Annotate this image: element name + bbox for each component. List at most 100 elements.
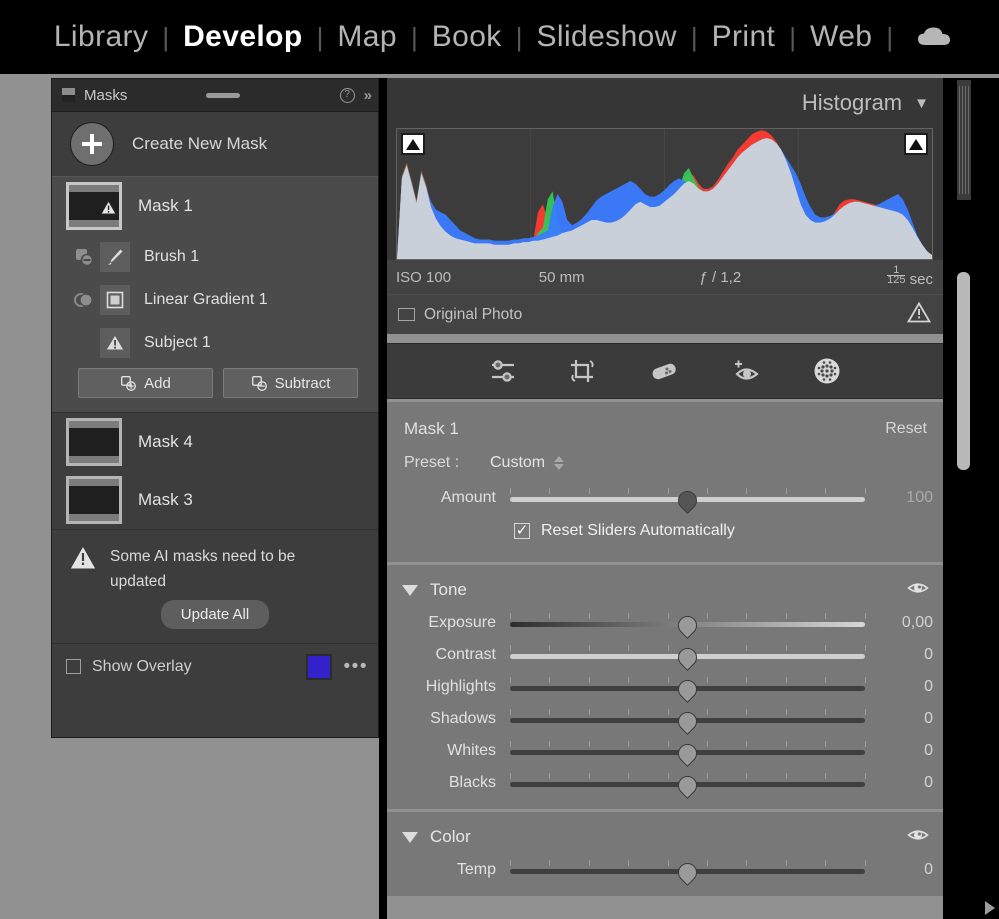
mask-row[interactable]: Mask 4 bbox=[52, 413, 378, 471]
cloud-icon[interactable] bbox=[909, 26, 959, 48]
nav-item-develop[interactable]: Develop bbox=[169, 20, 317, 54]
exif-iso: ISO 100 bbox=[396, 268, 452, 286]
slider-track[interactable] bbox=[510, 740, 866, 767]
mask-row[interactable]: Mask 3 bbox=[52, 471, 378, 529]
checkbox-checked-icon[interactable]: ✓ bbox=[514, 523, 530, 539]
subtract-mask-icon bbox=[251, 375, 267, 391]
mask-thumbnail[interactable] bbox=[66, 418, 122, 466]
slider-track[interactable] bbox=[510, 612, 866, 639]
nav-item-library[interactable]: Library bbox=[40, 20, 163, 54]
red-eye-icon[interactable] bbox=[731, 358, 761, 384]
tone-section-title: Tone bbox=[430, 580, 467, 599]
slider-value[interactable]: 0 bbox=[879, 861, 933, 879]
slider-value[interactable]: 0 bbox=[879, 646, 933, 664]
nav-item-slideshow[interactable]: Slideshow bbox=[522, 20, 690, 54]
exif-focal-length: 50 mm bbox=[538, 268, 585, 286]
submask-row-brush[interactable]: Brush 1 bbox=[52, 235, 378, 278]
panel-divider bbox=[379, 78, 387, 919]
slider-track[interactable] bbox=[510, 859, 866, 886]
slider-track[interactable] bbox=[510, 644, 866, 671]
basic-edit-icon[interactable] bbox=[489, 358, 517, 384]
mask-label: Mask 4 bbox=[138, 432, 193, 451]
slider-value[interactable]: 0,00 bbox=[879, 614, 933, 632]
nav-item-map[interactable]: Map bbox=[323, 20, 411, 54]
stepper-arrows-icon[interactable] bbox=[554, 456, 565, 470]
slider-value[interactable]: 0 bbox=[879, 710, 933, 728]
masks-panel: Masks ? » Create New Mask Mask 1 Brush 1… bbox=[51, 78, 379, 738]
submask-row-linear-gradient[interactable]: Linear Gradient 1 bbox=[52, 278, 378, 321]
slider-label: Highlights bbox=[425, 678, 496, 695]
nav-separator: | bbox=[515, 22, 523, 52]
scrollbar-grip[interactable] bbox=[957, 80, 971, 200]
original-photo-row[interactable]: Original Photo bbox=[386, 294, 943, 334]
subtract-button[interactable]: Subtract bbox=[223, 368, 358, 398]
eye-icon[interactable] bbox=[907, 827, 929, 848]
three-dots-icon[interactable]: ••• bbox=[344, 656, 368, 678]
submask-row-subject[interactable]: Subject 1 bbox=[52, 321, 378, 364]
mask-row-selected[interactable]: Mask 1 bbox=[52, 177, 378, 235]
mask-thumbnail[interactable] bbox=[66, 476, 122, 524]
color-section-header: Color bbox=[386, 820, 943, 854]
slider-track[interactable] bbox=[510, 708, 866, 735]
preset-label: Preset : bbox=[404, 454, 460, 471]
slider-label: Contrast bbox=[435, 646, 496, 663]
reset-button[interactable]: Reset bbox=[885, 420, 927, 438]
slider-value[interactable]: 0 bbox=[879, 774, 933, 792]
submask-label: Subject 1 bbox=[144, 333, 211, 351]
subtract-op-icon bbox=[72, 245, 96, 269]
mask-settings-title: Mask 1 bbox=[404, 419, 459, 438]
brush-icon bbox=[100, 241, 130, 272]
slider-value[interactable]: 0 bbox=[879, 678, 933, 696]
slider-track[interactable] bbox=[510, 772, 866, 799]
color-section-title: Color bbox=[430, 827, 471, 846]
nav-item-print[interactable]: Print bbox=[698, 20, 790, 54]
shutter-suffix: sec bbox=[909, 271, 933, 288]
highlight-clipping-triangle-icon[interactable] bbox=[904, 133, 928, 155]
nav-separator: | bbox=[789, 22, 797, 52]
warning-triangle-icon[interactable] bbox=[906, 301, 932, 328]
shadow-clipping-triangle-icon[interactable] bbox=[401, 133, 425, 155]
histogram-header[interactable]: Histogram ▼ bbox=[386, 78, 943, 128]
chevron-down-icon[interactable]: ▼ bbox=[914, 95, 929, 112]
triangle-down-icon[interactable] bbox=[402, 831, 418, 843]
mask-thumbnail[interactable] bbox=[66, 182, 122, 230]
preset-value[interactable]: Custom bbox=[490, 454, 545, 472]
crop-icon[interactable] bbox=[569, 358, 597, 384]
reset-sliders-row: ✓ Reset Sliders Automatically bbox=[386, 514, 943, 548]
plus-icon[interactable] bbox=[70, 122, 114, 166]
vertical-scrollbar-thumb[interactable] bbox=[957, 272, 970, 470]
healing-brush-icon[interactable] bbox=[649, 358, 679, 384]
nav-item-book[interactable]: Book bbox=[418, 20, 516, 54]
vertical-scrollbar-track[interactable] bbox=[955, 78, 973, 919]
double-chevron-right-icon[interactable]: » bbox=[364, 87, 372, 104]
right-arrow-icon[interactable] bbox=[985, 901, 995, 915]
add-button[interactable]: Add bbox=[78, 368, 213, 398]
reset-sliders-label: Reset Sliders Automatically bbox=[541, 522, 735, 539]
slider-value[interactable]: 0 bbox=[879, 742, 933, 760]
update-all-button[interactable]: Update All bbox=[160, 600, 270, 629]
checkbox-unchecked-icon[interactable] bbox=[66, 659, 81, 674]
tone-section: Tone Exposure 0,00 Contrast 0 Highlights 0 Sha… bbox=[386, 565, 943, 809]
overlay-color-swatch[interactable] bbox=[306, 653, 332, 680]
color-sliders: Temp 0 bbox=[386, 854, 943, 886]
nav-separator: | bbox=[886, 22, 894, 52]
slider-label: Shadows bbox=[430, 710, 496, 727]
exif-shutter-speed: 1 125 sec bbox=[816, 265, 933, 288]
slider-label: Amount bbox=[440, 489, 496, 506]
nav-item-web[interactable]: Web bbox=[796, 20, 886, 54]
nav-items: Library | Develop | Map | Book | Slideshow | Print… bbox=[40, 20, 893, 54]
submask-label: Linear Gradient 1 bbox=[144, 290, 268, 308]
slider-value[interactable]: 100 bbox=[879, 489, 933, 507]
histogram-chart[interactable] bbox=[396, 128, 933, 260]
subtract-label: Subtract bbox=[274, 374, 331, 392]
mask-label: Mask 1 bbox=[138, 196, 193, 215]
masking-icon[interactable] bbox=[813, 357, 841, 385]
triangle-down-icon[interactable] bbox=[402, 584, 418, 596]
eye-icon[interactable] bbox=[907, 580, 929, 601]
panel-grip-icon[interactable] bbox=[206, 93, 240, 98]
add-subtract-row: Add Subtract bbox=[52, 364, 378, 412]
question-mark-icon[interactable]: ? bbox=[339, 87, 355, 103]
slider-track[interactable] bbox=[510, 487, 866, 514]
create-new-mask-button[interactable]: Create New Mask bbox=[52, 112, 378, 176]
slider-track[interactable] bbox=[510, 676, 866, 703]
